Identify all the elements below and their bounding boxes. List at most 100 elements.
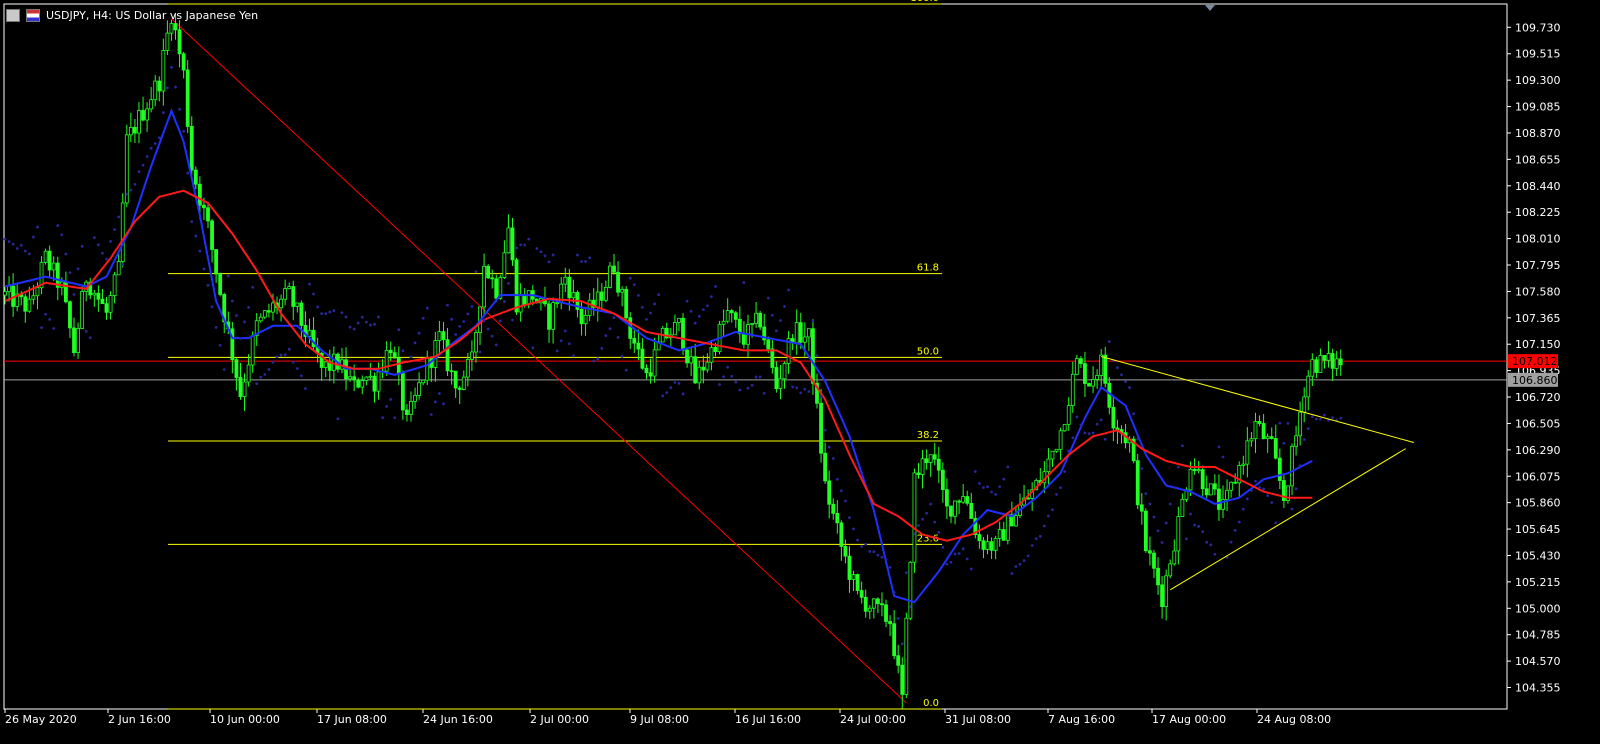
parabolic-sar-dot xyxy=(653,302,656,306)
parabolic-sar-dot xyxy=(515,246,518,250)
candle-body xyxy=(916,472,921,475)
candle-body xyxy=(624,288,629,319)
candle-body xyxy=(754,312,758,324)
parabolic-sar-dot xyxy=(190,220,194,224)
candle-body xyxy=(1176,516,1181,552)
y-tick-label: 107.580 xyxy=(1515,285,1561,298)
chart-window-icon xyxy=(6,8,20,22)
parabolic-sar-dot xyxy=(255,382,259,386)
candle-body xyxy=(486,265,491,279)
parabolic-sar-dot xyxy=(1038,534,1042,538)
candle-body xyxy=(348,376,353,380)
parabolic-sar-dot xyxy=(888,565,892,569)
candle-body xyxy=(169,23,174,34)
parabolic-sar-dot xyxy=(904,571,908,575)
parabolic-sar-dot xyxy=(279,353,283,357)
parabolic-sar-dot xyxy=(454,333,458,336)
candle-body xyxy=(396,357,401,374)
candle-body xyxy=(1314,359,1319,373)
candle-body xyxy=(250,335,255,366)
parabolic-sar-dot xyxy=(1294,487,1298,491)
parabolic-sar-dot xyxy=(446,303,449,307)
candle-body xyxy=(1058,430,1063,450)
x-tick-label: 31 Jul 08:00 xyxy=(945,713,1011,726)
candle-body xyxy=(595,291,600,308)
parabolic-sar-dot xyxy=(1241,507,1245,511)
candle-body xyxy=(1188,468,1193,491)
candle-body xyxy=(867,607,872,612)
y-tick-label: 105.645 xyxy=(1515,523,1561,536)
candle-body xyxy=(238,377,243,397)
parabolic-sar-dot xyxy=(994,493,998,496)
candle-body xyxy=(1164,575,1169,608)
candle-body xyxy=(266,310,271,313)
candle-body xyxy=(871,598,876,609)
candle-body xyxy=(469,351,474,360)
candle-body xyxy=(1079,358,1083,364)
parabolic-sar-dot xyxy=(511,318,514,322)
candle-body xyxy=(1233,481,1238,484)
parabolic-sar-dot xyxy=(1314,417,1318,421)
y-tick-label: 109.515 xyxy=(1515,48,1561,61)
parabolic-sar-dot xyxy=(482,319,486,322)
candle-body xyxy=(242,381,247,397)
parabolic-sar-dot xyxy=(149,146,153,150)
parabolic-sar-dot xyxy=(1055,493,1058,496)
candle-body xyxy=(924,458,929,463)
candle-body xyxy=(384,349,389,372)
candle-body xyxy=(823,452,828,482)
candle-body xyxy=(413,394,417,402)
candle-body xyxy=(798,322,803,343)
y-tick-label: 106.075 xyxy=(1515,470,1561,483)
candle-body xyxy=(331,353,336,371)
parabolic-sar-dot xyxy=(815,354,819,358)
parabolic-sar-dot xyxy=(1270,501,1274,504)
parabolic-sar-dot xyxy=(949,560,953,564)
parabolic-sar-dot xyxy=(52,327,56,330)
candle-body xyxy=(965,496,970,504)
parabolic-sar-dot xyxy=(1201,530,1205,534)
parabolic-sar-dot xyxy=(198,249,202,253)
price-chart[interactable]: 109.730 109.515 109.300 109.085 108.870 108.6… xyxy=(0,0,1600,744)
candle-body xyxy=(514,259,519,313)
parabolic-sar-dot xyxy=(60,233,64,237)
parabolic-sar-dot xyxy=(604,334,608,338)
parabolic-sar-dot xyxy=(336,417,340,421)
parabolic-sar-dot xyxy=(933,520,937,524)
parabolic-sar-dot xyxy=(775,329,778,333)
parabolic-sar-dot xyxy=(1128,386,1132,389)
parabolic-sar-dot xyxy=(109,240,112,243)
parabolic-sar-dot xyxy=(161,111,165,115)
candle-body xyxy=(981,540,986,550)
candle-body xyxy=(360,380,365,388)
parabolic-sar-dot xyxy=(11,242,15,246)
candle-body xyxy=(153,80,158,101)
candle-body xyxy=(157,80,162,92)
parabolic-sar-dot xyxy=(1018,562,1022,566)
parabolic-sar-dot xyxy=(620,354,624,358)
parabolic-sar-dot xyxy=(864,542,868,546)
candle-body xyxy=(92,292,97,296)
y-tick-label: 106.290 xyxy=(1515,444,1561,457)
y-tick-label: 108.225 xyxy=(1515,206,1561,219)
candle-body xyxy=(137,110,141,134)
candle-body xyxy=(705,361,710,371)
parabolic-sar-dot xyxy=(186,171,190,175)
parabolic-sar-dot xyxy=(677,381,681,385)
candle-body xyxy=(620,288,625,293)
parabolic-sar-dot xyxy=(892,591,896,594)
candle-body xyxy=(900,664,905,695)
y-tick-label: 105.430 xyxy=(1515,549,1561,562)
parabolic-sar-dot xyxy=(1278,421,1282,425)
parabolic-sar-dot xyxy=(1010,572,1014,575)
candle-body xyxy=(1001,529,1006,541)
candle-body xyxy=(405,409,409,415)
parabolic-sar-dot xyxy=(697,314,701,318)
candle-body xyxy=(1087,383,1091,387)
parabolic-sar-dot xyxy=(730,374,734,378)
chart-window[interactable]: USDJPY, H4: US Dollar vs Japanese Yen 10… xyxy=(0,0,1600,744)
fib-level-label: 38.2 xyxy=(917,430,939,441)
parabolic-sar-dot xyxy=(466,312,470,316)
candle-body xyxy=(258,316,263,322)
candle-body xyxy=(461,376,466,390)
